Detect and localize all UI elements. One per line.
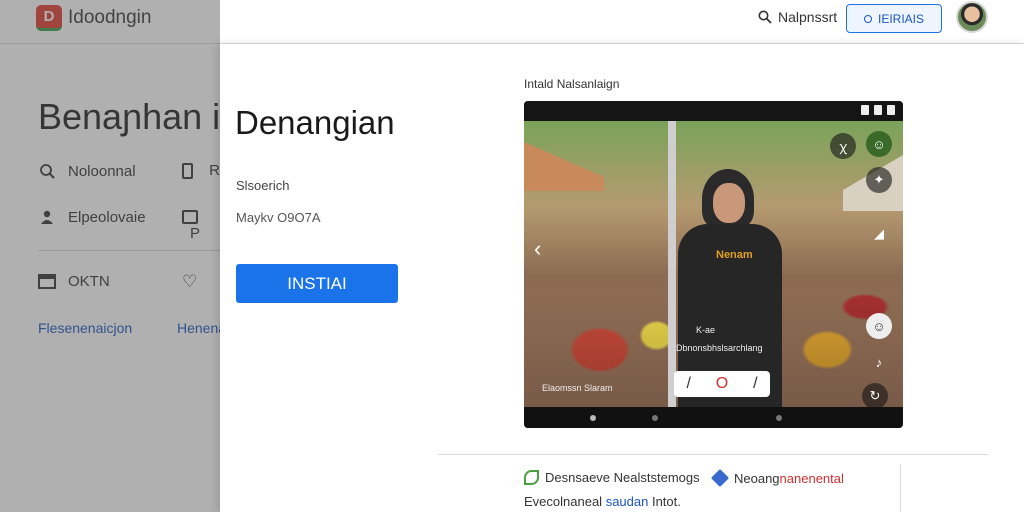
feature-label-accent: nanenental [779, 470, 844, 486]
feature-item-2: Neoang nanenental [710, 468, 844, 488]
nav-dot[interactable] [590, 415, 596, 421]
caption-line: Dbnonsbhslsarchlang [676, 343, 763, 353]
status-bar [524, 101, 903, 121]
avatar[interactable] [956, 1, 988, 33]
app-screenshot[interactable]: Nenam ‹ ꭓ ☺ ✦ ◢ ☺ ♪ ↻ K-ae Dbnonsbhslsar… [524, 101, 903, 428]
feature-item-1: Desnsaeve Nealststemogs [524, 470, 700, 485]
nav-bar [524, 407, 903, 428]
face-filter-icon[interactable]: ☺ [866, 131, 892, 157]
leaf-icon [524, 470, 539, 485]
battery-icon [887, 105, 895, 115]
feature-label: Neoang [734, 470, 780, 486]
feature-text: Intot. [651, 494, 681, 509]
slash-icon: / [753, 375, 758, 392]
divider [438, 454, 988, 455]
search-link[interactable]: Nalpnssrt [758, 9, 837, 25]
shirt-print: Nenam [716, 249, 753, 261]
nav-dot[interactable] [652, 415, 658, 421]
chevron-left-icon[interactable]: ‹ [534, 236, 541, 262]
install-button[interactable]: INSTIAI [236, 264, 398, 303]
wifi-icon [861, 105, 869, 115]
screenshot-label: Intald Nalsanlaign [524, 77, 620, 91]
slash-icon: / [686, 375, 691, 392]
small-caption: K-ae [696, 325, 716, 335]
search-icon [758, 10, 772, 24]
app-subtitle: Slsoerich [236, 178, 290, 193]
effects-icon[interactable]: ✦ [866, 167, 892, 193]
modal-scrim[interactable] [0, 0, 220, 512]
circle-icon [863, 14, 872, 23]
feature-text: Evecolnaneal [524, 494, 603, 509]
app-title: Denangian [235, 104, 395, 141]
nav-dot[interactable] [776, 415, 782, 421]
signal-icon [874, 105, 882, 115]
text-icon[interactable]: ◢ [866, 221, 892, 247]
sticker-icon[interactable]: ꭓ [830, 133, 856, 159]
cube-icon [710, 468, 730, 488]
refresh-icon[interactable]: ↻ [862, 383, 888, 409]
music-icon[interactable]: ♪ [866, 349, 892, 375]
divider [900, 464, 901, 512]
app-detail-panel: Denangian Slsoerich Maykv O9O7A INSTIAI … [220, 44, 1024, 512]
app-meta: Maykv O9O7A [236, 210, 321, 225]
feature-link[interactable]: saudan [606, 494, 649, 509]
feature-line-2: Evecolnaneal saudan Intot. [524, 494, 681, 509]
bottom-caption: Elaomssn Slaram [542, 383, 613, 393]
tool-card[interactable]: / O / [674, 371, 770, 397]
header-action-button[interactable]: IEIRIAIS [846, 4, 942, 33]
search-label: Nalpnssrt [778, 9, 838, 25]
header-action-label: IEIRIAIS [877, 11, 924, 26]
emoji-icon[interactable]: ☺ [866, 313, 892, 339]
feature-label: Desnsaeve Nealststemogs [545, 470, 700, 485]
record-icon: O [715, 375, 729, 392]
